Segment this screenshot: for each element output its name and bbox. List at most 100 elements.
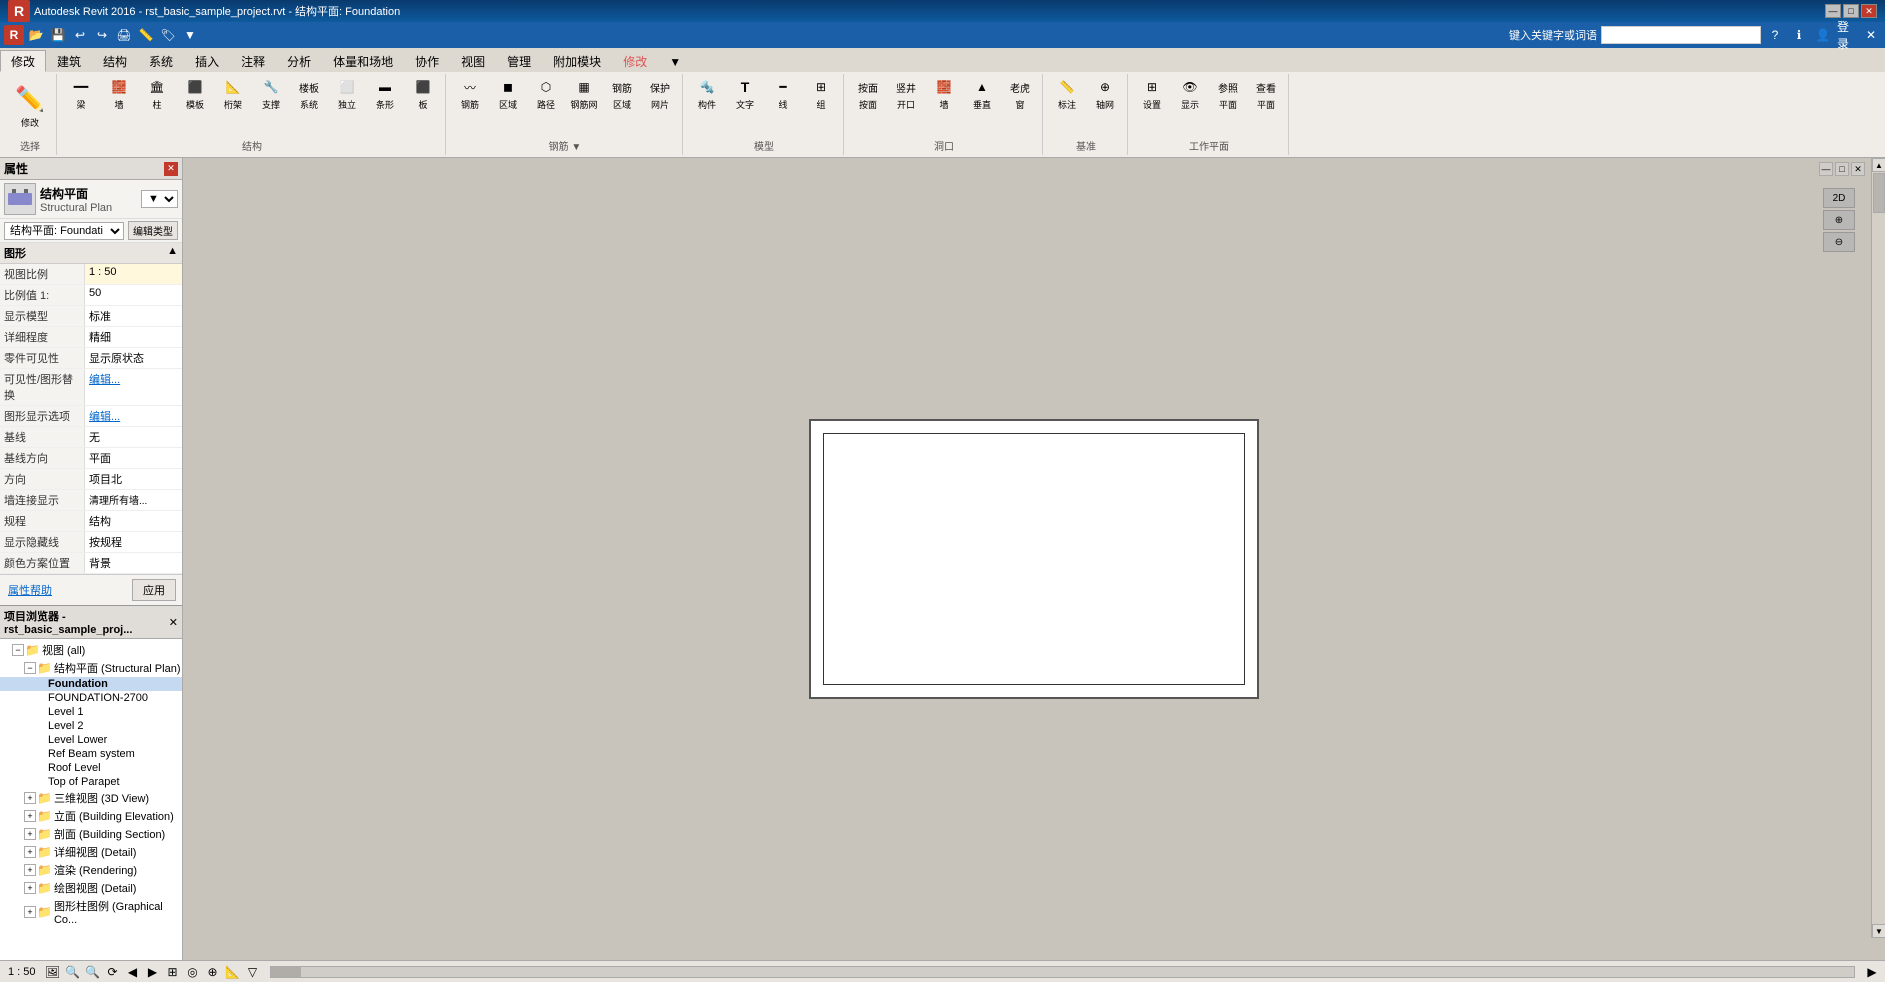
- scroll-thumb[interactable]: [1873, 173, 1885, 213]
- qa-print-button[interactable]: 🖨: [114, 25, 134, 45]
- tab-collaborate[interactable]: 协作: [404, 50, 450, 72]
- tree-toggle-structural[interactable]: −: [24, 662, 36, 674]
- qa-undo-button[interactable]: ↩: [70, 25, 90, 45]
- app-menu-button[interactable]: R: [4, 25, 24, 45]
- tool-grid[interactable]: ⊕ 轴网: [1087, 76, 1123, 112]
- tab-addins[interactable]: 附加模块: [542, 50, 612, 72]
- qa-open-button[interactable]: 📂: [26, 25, 46, 45]
- tree-item-structural-plan[interactable]: − 📁 结构平面 (Structural Plan): [0, 659, 182, 677]
- prop-underlay-value[interactable]: 无: [85, 427, 182, 447]
- prop-wall-join-value[interactable]: 清理所有墙...: [85, 490, 182, 510]
- tab-insert[interactable]: 插入: [184, 50, 230, 72]
- nav-pan-button[interactable]: ⊖: [1823, 232, 1855, 252]
- tree-item-level1[interactable]: Level 1: [0, 705, 182, 719]
- status-zoom-in-button[interactable]: 🔍: [64, 963, 82, 981]
- tool-viewer[interactable]: 查看 平面: [1248, 76, 1284, 112]
- tool-wall[interactable]: 🧱 墙: [101, 76, 137, 112]
- tool-level[interactable]: 📏 标注: [1049, 76, 1085, 112]
- nav-zoom-out-button[interactable]: ⊕: [1823, 210, 1855, 230]
- tab-mass[interactable]: 体量和场地: [322, 50, 404, 72]
- prop-gdo-value[interactable]: 编辑...: [85, 406, 182, 426]
- tree-item-drawing-detail[interactable]: + 📁 绘图视图 (Detail): [0, 879, 182, 897]
- tab-structure[interactable]: 结构: [92, 50, 138, 72]
- qa-redo-button[interactable]: ↪: [92, 25, 112, 45]
- status-forward-button[interactable]: ▶: [144, 963, 162, 981]
- tab-dropdown[interactable]: ▼: [658, 50, 692, 72]
- user-button[interactable]: 👤: [1813, 25, 1833, 45]
- view-close-button[interactable]: ✕: [1851, 162, 1865, 176]
- tab-annotation[interactable]: 注释: [230, 50, 276, 72]
- canvas-scrollbar-right[interactable]: ▲ ▼: [1871, 158, 1885, 938]
- tool-show-workplane[interactable]: 👁 显示: [1172, 76, 1208, 112]
- tree-item-detail[interactable]: + 📁 详细视图 (Detail): [0, 843, 182, 861]
- tab-modify2[interactable]: 修改: [612, 50, 658, 72]
- tool-area-rebar[interactable]: ◼ 区域: [490, 76, 526, 112]
- tool-cover[interactable]: 保护 网片: [642, 76, 678, 112]
- close-button[interactable]: ✕: [1861, 4, 1877, 18]
- tree-item-rendering[interactable]: + 📁 渲染 (Rendering): [0, 861, 182, 879]
- qa-tag-button[interactable]: 🏷: [158, 25, 178, 45]
- edit-type-button[interactable]: 编辑类型: [128, 221, 178, 240]
- tree-toggle-graphical[interactable]: +: [24, 906, 36, 918]
- status-view-button[interactable]: 🖼: [44, 963, 62, 981]
- view-minimize-button[interactable]: —: [1819, 162, 1833, 176]
- tab-manage[interactable]: 管理: [496, 50, 542, 72]
- tool-mesh[interactable]: ▦ 钢筋网: [566, 76, 602, 112]
- tool-formwork[interactable]: ⬛ 模板: [177, 76, 213, 112]
- status-right-btn[interactable]: ▶: [1863, 963, 1881, 981]
- close-revit-button[interactable]: ✕: [1861, 25, 1881, 45]
- tree-toggle-section[interactable]: +: [24, 828, 36, 840]
- tool-beam[interactable]: ━━ 梁: [63, 76, 99, 112]
- prop-hidden-lines-value[interactable]: 按规程: [85, 532, 182, 552]
- tree-item-level-lower[interactable]: Level Lower: [0, 733, 182, 747]
- tab-analysis[interactable]: 分析: [276, 50, 322, 72]
- tool-modify[interactable]: ✏️ 修改: [8, 76, 52, 136]
- tree-toggle-3dview[interactable]: +: [24, 792, 36, 804]
- tool-slab[interactable]: ⬛ 板: [405, 76, 441, 112]
- tree-toggle-detail[interactable]: +: [24, 846, 36, 858]
- status-scrollbar-thumb[interactable]: [271, 967, 301, 977]
- prop-discipline-value[interactable]: 结构: [85, 511, 182, 531]
- minimize-button[interactable]: —: [1825, 4, 1841, 18]
- status-snap2-button[interactable]: ◎: [184, 963, 202, 981]
- tool-column[interactable]: 🏛 柱: [139, 76, 175, 112]
- tool-path-rebar[interactable]: ⬡ 路径: [528, 76, 564, 112]
- info-button[interactable]: ℹ: [1789, 25, 1809, 45]
- status-zoom-out-button[interactable]: 🔍: [84, 963, 102, 981]
- nav-zoom-in-button[interactable]: 2D: [1823, 188, 1855, 208]
- qa-dropdown-button[interactable]: ▼: [180, 25, 200, 45]
- tool-shaft[interactable]: 竖井 开口: [888, 76, 924, 112]
- status-measure-button[interactable]: 📐: [224, 963, 242, 981]
- tree-item-graphical[interactable]: + 📁 图形柱图例 (Graphical Co...: [0, 897, 182, 927]
- tool-set-workplane[interactable]: ⊞ 设置: [1134, 76, 1170, 112]
- tree-item-3d-view[interactable]: + 📁 三维视图 (3D View): [0, 789, 182, 807]
- qa-measure-button[interactable]: 📏: [136, 25, 156, 45]
- maximize-button[interactable]: □: [1843, 4, 1859, 18]
- prop-display-model-value[interactable]: 标准: [85, 306, 182, 326]
- tree-toggle-drawing-detail[interactable]: +: [24, 882, 36, 894]
- tab-modify[interactable]: 修改: [0, 50, 46, 72]
- prop-scale-value[interactable]: 1 : 50: [85, 264, 182, 284]
- properties-help-link[interactable]: 属性帮助: [4, 580, 56, 600]
- browser-close-button[interactable]: ✕: [169, 616, 178, 629]
- prop-underlay-orientation-value[interactable]: 平面: [85, 448, 182, 468]
- prop-orientation-value[interactable]: 项目北: [85, 469, 182, 489]
- tool-by-face[interactable]: 按面 按面: [850, 76, 886, 112]
- tree-item-foundation[interactable]: Foundation: [0, 677, 182, 691]
- tool-mesh-area[interactable]: 钢筋 区域: [604, 76, 640, 112]
- status-snap3-button[interactable]: ⊕: [204, 963, 222, 981]
- status-refresh-button[interactable]: ⟳: [104, 963, 122, 981]
- tree-item-views-all[interactable]: − 📁 视图 (all): [0, 641, 182, 659]
- tab-view[interactable]: 视图: [450, 50, 496, 72]
- prop-color-scheme-value[interactable]: 背景: [85, 553, 182, 573]
- title-bar-controls[interactable]: — □ ✕: [1825, 4, 1877, 18]
- tool-rebar[interactable]: 〰 钢筋: [452, 76, 488, 112]
- tool-model-group[interactable]: ⊞ 组: [803, 76, 839, 112]
- tool-vertical[interactable]: ▲ 垂直: [964, 76, 1000, 112]
- tree-item-foundation-2700[interactable]: FOUNDATION-2700: [0, 691, 182, 705]
- prop-detail-value[interactable]: 精细: [85, 327, 182, 347]
- status-filter-button[interactable]: ▽: [244, 963, 262, 981]
- tool-wall-opening[interactable]: 🧱 墙: [926, 76, 962, 112]
- tool-model-line[interactable]: ━ 线: [765, 76, 801, 112]
- tab-systems[interactable]: 系统: [138, 50, 184, 72]
